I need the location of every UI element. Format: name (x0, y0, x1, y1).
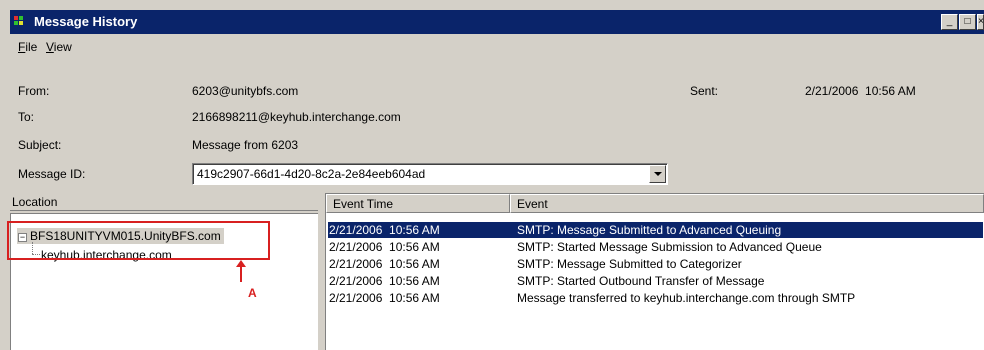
dropdown-arrow-icon[interactable] (649, 165, 666, 183)
title-bar[interactable]: Message History _ □ × (10, 10, 984, 34)
event-list[interactable]: Event Time Event 2/21/2006 10:56 AM SMTP… (325, 193, 984, 350)
sent-value: 2/21/2006 10:56 AM (805, 84, 916, 98)
message-history-window: Message History _ □ × File View From: 62… (0, 0, 984, 350)
to-label: To: (18, 110, 35, 124)
message-id-label: Message ID: (18, 167, 86, 181)
event-row[interactable]: 2/21/2006 10:56 AM SMTP: Message Submitt… (328, 222, 983, 238)
maximize-button[interactable]: □ (959, 14, 976, 30)
annotation-box (7, 221, 270, 260)
pane-splitter[interactable] (318, 193, 325, 350)
event-row[interactable]: 2/21/2006 10:56 AM SMTP: Started Outboun… (328, 273, 983, 289)
message-id-value: 419c2907-66d1-4d20-8c2a-2e84eeb604ad (197, 167, 426, 181)
event-row[interactable]: 2/21/2006 10:56 AM SMTP: Message Submitt… (328, 256, 983, 272)
app-icon (14, 16, 28, 28)
from-label: From: (18, 84, 50, 98)
column-header-event-time[interactable]: Event Time (326, 194, 510, 213)
annotation-label: A (248, 286, 257, 300)
event-row[interactable]: 2/21/2006 10:56 AM Message transferred t… (328, 290, 983, 306)
location-header: Location (10, 193, 318, 211)
annotation-arrow-shaft (240, 266, 242, 282)
menu-bar: File View (10, 36, 984, 58)
subject-value: Message from 6203 (192, 138, 299, 152)
to-value: 2166898211@keyhub.interchange.com (192, 110, 401, 124)
column-header-event[interactable]: Event (510, 194, 984, 213)
event-row[interactable]: 2/21/2006 10:56 AM SMTP: Started Message… (328, 239, 983, 255)
subject-label: Subject: (18, 138, 62, 152)
menu-file[interactable]: File (18, 40, 37, 54)
window-title: Message History (34, 14, 138, 29)
close-button[interactable]: × (977, 14, 984, 30)
menu-view[interactable]: View (46, 40, 72, 54)
minimize-button[interactable]: _ (941, 14, 958, 30)
from-value: 6203@unitybfs.com (192, 84, 299, 98)
sent-label: Sent: (690, 84, 719, 98)
message-id-dropdown[interactable]: 419c2907-66d1-4d20-8c2a-2e84eeb604ad (192, 163, 668, 185)
